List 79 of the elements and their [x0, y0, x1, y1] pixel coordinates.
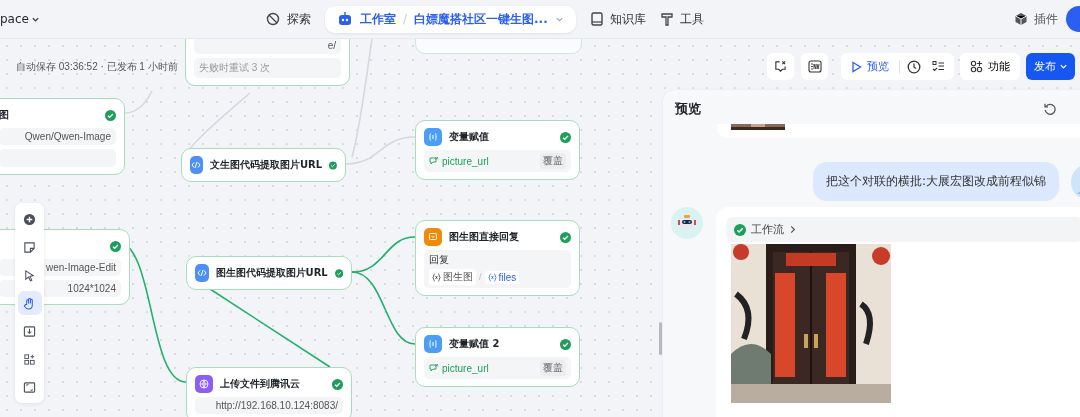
- components-icon: [970, 60, 983, 73]
- add-icon: [23, 212, 36, 226]
- param-row: http://192.168.10.124:8083/: [195, 397, 343, 414]
- features-button[interactable]: 功能: [960, 53, 1020, 80]
- mode-tag: 覆盖: [540, 360, 566, 376]
- book-icon: [589, 11, 604, 27]
- workflow-node[interactable]: 图 Qwen/Qwen-Image: [0, 98, 125, 175]
- refresh-icon[interactable]: [1043, 102, 1057, 116]
- cursor-icon: [23, 268, 36, 282]
- panel-title: 预览: [675, 100, 701, 118]
- node-title: 变量赋值 2: [449, 337, 500, 351]
- reply-node-icon: [424, 228, 442, 246]
- nav-link[interactable]: 知识库: [589, 10, 646, 28]
- nav-link[interactable]: 探索: [265, 10, 311, 28]
- user-message: 把这个对联的横批:大展宏图改成前程似锦: [812, 162, 1059, 201]
- mode-tag: 覆盖: [540, 153, 566, 169]
- env-icon: [807, 60, 822, 73]
- variable-icon: [429, 363, 439, 373]
- variable-name: picture_url: [442, 362, 489, 374]
- fit-icon: [23, 380, 36, 394]
- clock-icon: [907, 59, 921, 74]
- chevron-icon: [789, 225, 797, 234]
- node-title: 图: [0, 108, 9, 122]
- breadcrumb-section[interactable]: 工作室: [360, 10, 396, 28]
- chevron-icon: [1059, 62, 1068, 71]
- plugins-link[interactable]: 插件: [1014, 10, 1058, 28]
- code-node-icon: [195, 264, 209, 282]
- param-row: Qwen/Qwen-Image: [0, 128, 116, 145]
- studio-breadcrumb[interactable]: 工作室 / 白嫖魔搭社区一键生图...: [325, 5, 576, 33]
- project-title[interactable]: 白嫖魔搭社区一键生图...: [414, 10, 548, 28]
- variable-node-icon: [424, 128, 442, 146]
- chat-debug-button[interactable]: [767, 53, 794, 80]
- note-icon: [23, 240, 36, 254]
- workspace-switcher[interactable]: pace: [0, 12, 250, 26]
- node-title: 文生图代码提取图片URL: [209, 158, 323, 172]
- workflow-node[interactable]: 图生图直接回复 回复 图生图 / files: [415, 220, 580, 296]
- node-title: 上传文件到腾讯云: [220, 377, 300, 391]
- node-title: 图生图代码提取图片URL: [215, 266, 328, 280]
- variable-icon: [429, 156, 439, 166]
- variable-node-icon: [424, 335, 442, 353]
- workflow-node[interactable]: 图生图代码提取图片URL: [186, 256, 352, 290]
- workflow-node[interactable]: e/ 失败时重试 3 次: [185, 39, 350, 86]
- bot-icon: [337, 11, 353, 27]
- env-button[interactable]: [801, 53, 828, 80]
- node-title: 变量赋值: [449, 130, 489, 144]
- checklist-icon: [931, 60, 945, 73]
- user-avatar[interactable]: [1066, 6, 1080, 32]
- path-separator: /: [479, 272, 482, 282]
- cube-icon: [1014, 12, 1028, 26]
- publish-button[interactable]: 发布: [1026, 53, 1075, 80]
- variable-icon: [432, 272, 441, 282]
- variable-icon: [487, 272, 497, 282]
- hand-tool[interactable]: [17, 291, 42, 315]
- resize-handle[interactable]: [659, 322, 662, 355]
- hand-icon: [23, 296, 36, 310]
- variable-name: picture_url: [442, 155, 489, 167]
- workflow-node[interactable]: 上传文件到腾讯云 http://192.168.10.124:8083/: [186, 367, 352, 417]
- retry-note: 失败时重试 3 次: [194, 58, 341, 78]
- variable-chip: files: [484, 270, 520, 284]
- chat-icon: [774, 60, 787, 73]
- param-row: e/: [194, 39, 341, 54]
- workflow-node[interactable]: 变量赋值 picture_url 覆盖: [415, 120, 580, 180]
- connector-line: [124, 90, 153, 114]
- field-label: 回复: [429, 253, 450, 267]
- code-node-icon: [190, 156, 203, 174]
- import-icon: [23, 324, 36, 338]
- bot-avatar: [671, 207, 703, 239]
- apps-icon: [23, 352, 36, 366]
- http-node-icon: [195, 375, 213, 393]
- variable-chip: 图生图: [429, 269, 476, 285]
- tool-icon: [659, 11, 674, 27]
- workflow-node[interactable]: 文生图代码提取图片URL: [181, 148, 346, 182]
- autosave-status: 自动保存 03:36:52 · 已发布 1 小时前: [16, 60, 178, 74]
- workflow-node[interactable]: 变量赋值 2 picture_url 覆盖: [415, 327, 580, 387]
- play-icon: [851, 60, 862, 73]
- workflow-status[interactable]: 工作流: [726, 217, 1080, 242]
- breadcrumb-separator: /: [403, 12, 408, 26]
- node-title: 图生图直接回复: [449, 230, 519, 244]
- nav-link[interactable]: 工具: [659, 10, 704, 28]
